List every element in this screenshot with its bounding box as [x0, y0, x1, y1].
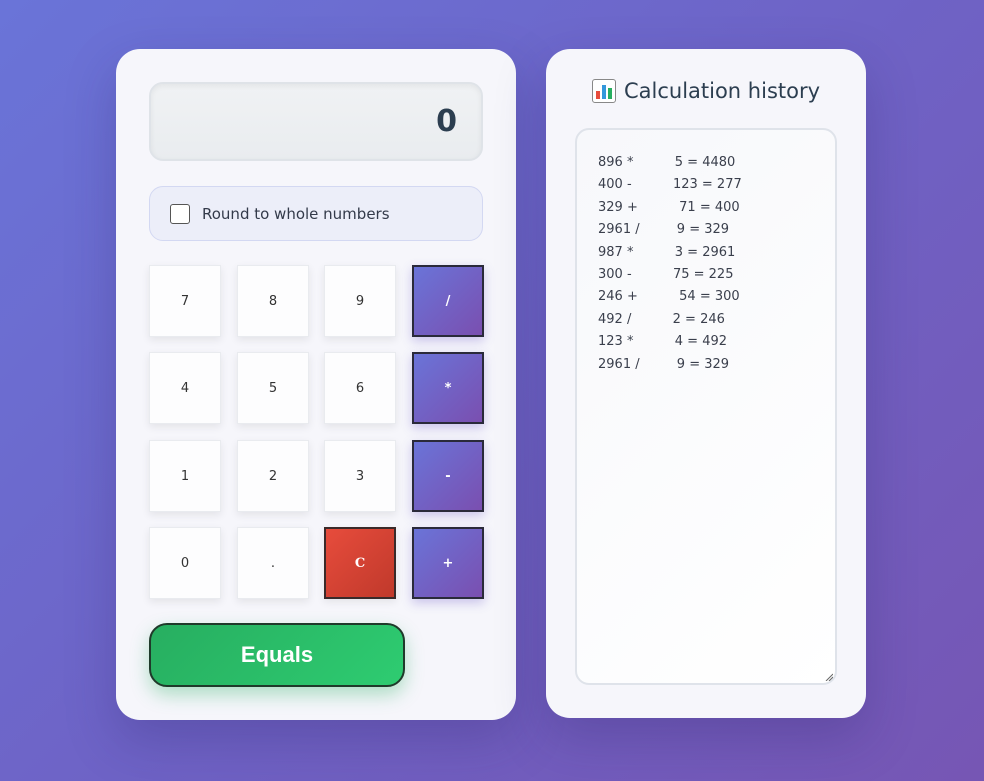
history-entry: 987 * 3 = 2961 [598, 244, 736, 260]
key-5-button[interactable]: 5 [237, 352, 309, 424]
key-multiply-button[interactable]: * [412, 352, 484, 424]
history-entry: 400 - 123 = 277 [598, 177, 742, 193]
key-7-button[interactable]: 7 [149, 265, 221, 337]
key-add-button[interactable]: + [412, 527, 484, 599]
history-entry: 492 / 2 = 246 [598, 311, 725, 327]
key-4-button[interactable]: 4 [149, 352, 221, 424]
history-entry: 123 * 4 = 492 [598, 334, 728, 350]
key-0-button[interactable]: 0 [149, 527, 221, 599]
history-header: Calculation history [546, 79, 866, 103]
history-card: Calculation history 896 * 5 = 4480 400 - … [546, 49, 866, 718]
key-divide-button[interactable]: / [412, 265, 484, 337]
key-1-button[interactable]: 1 [149, 440, 221, 512]
bar-chart-icon [591, 79, 616, 103]
history-entry: 896 * 5 = 4480 [598, 155, 736, 170]
key-2-button[interactable]: 2 [237, 440, 309, 512]
round-checkbox[interactable] [170, 203, 190, 224]
history-entry: 246 + 54 = 300 [598, 289, 740, 305]
history-entry: 2961 / 9 = 329 [598, 356, 730, 372]
key-decimal-button[interactable]: . [237, 527, 309, 599]
resize-grip-icon[interactable] [825, 673, 833, 681]
key-9-button[interactable]: 9 [324, 265, 396, 337]
key-3-button[interactable]: 3 [324, 440, 396, 512]
calculator-card: 0 Round to whole numbers 7 8 9/ 4 5 6 * 1 2 3- 0. C… [116, 49, 516, 720]
history-title: Calculation history [623, 79, 821, 103]
equals-button[interactable]: Equals [149, 623, 405, 687]
key-6-button[interactable]: 6 [324, 352, 396, 424]
history-entry: 329 + 71 = 400 [598, 199, 740, 215]
key-clear-button[interactable]: C [324, 527, 396, 599]
round-option[interactable]: Round to whole numbers [149, 186, 483, 241]
history-entry: 2961 / 9 = 329 [598, 222, 730, 238]
key-8-button[interactable]: 8 [237, 265, 309, 337]
round-label: Round to whole numbers [202, 204, 390, 223]
history-entry: 300 - 75 = 225 [598, 267, 734, 283]
calculator-display: 0 [149, 82, 483, 161]
key-subtract-button[interactable]: - [412, 440, 484, 512]
history-textarea[interactable]: 896 * 5 = 4480 400 - 123 = 277 329 + 71 = … [575, 128, 837, 685]
